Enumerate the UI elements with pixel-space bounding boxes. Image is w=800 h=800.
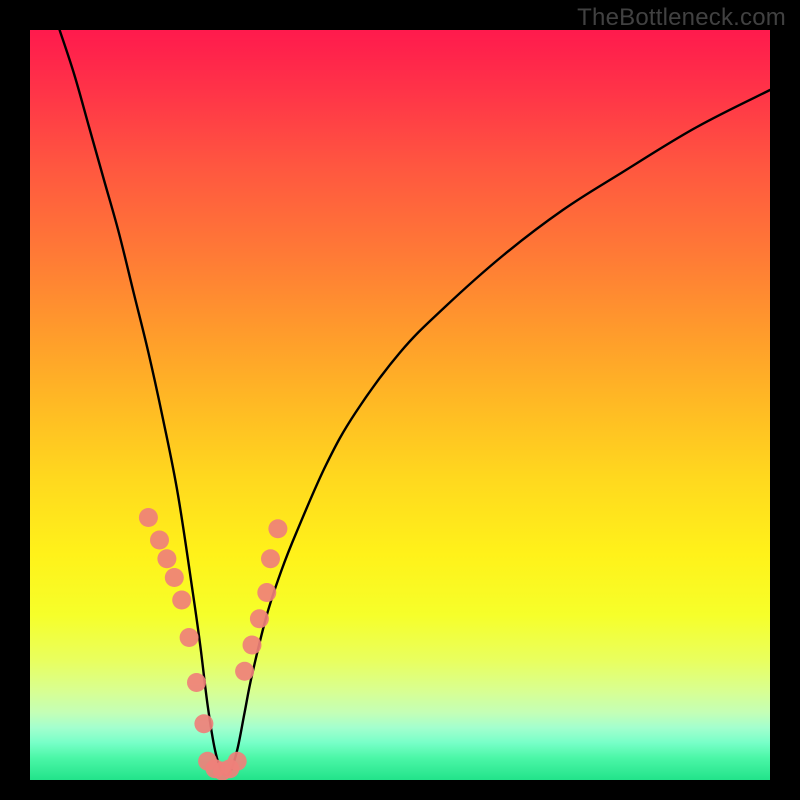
watermark-text: TheBottleneck.com bbox=[577, 4, 786, 32]
chart-svg bbox=[30, 30, 770, 780]
highlight-point bbox=[228, 752, 247, 771]
highlight-point bbox=[165, 568, 184, 587]
highlight-point bbox=[261, 549, 280, 568]
bottleneck-curve bbox=[60, 30, 770, 776]
highlight-point bbox=[157, 549, 176, 568]
highlight-point bbox=[235, 662, 254, 681]
highlight-point bbox=[194, 714, 213, 733]
highlight-point bbox=[257, 583, 276, 602]
highlight-point bbox=[180, 628, 199, 647]
chart-frame: TheBottleneck.com bbox=[0, 0, 800, 800]
highlight-point bbox=[187, 673, 206, 692]
highlight-point bbox=[172, 591, 191, 610]
highlight-point bbox=[243, 636, 262, 655]
highlight-point bbox=[250, 609, 269, 628]
highlight-point bbox=[139, 508, 158, 527]
highlight-point bbox=[150, 531, 169, 550]
highlight-point bbox=[268, 519, 287, 538]
plot-area bbox=[30, 30, 770, 780]
